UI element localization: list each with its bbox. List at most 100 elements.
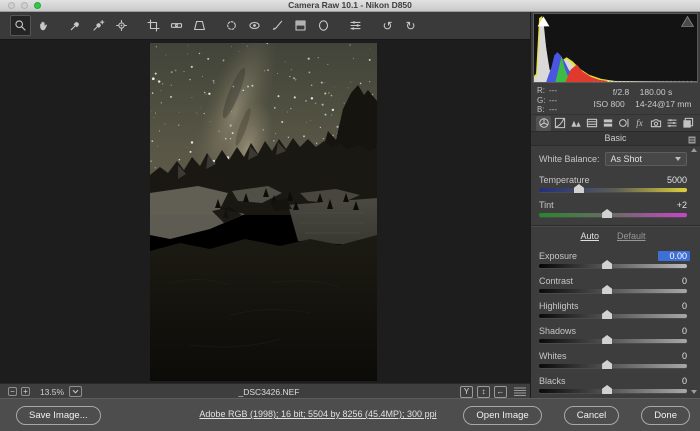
- tab-lens-corrections[interactable]: [616, 116, 631, 131]
- radial-filter-tool[interactable]: [313, 15, 334, 36]
- slider-track[interactable]: [539, 213, 687, 217]
- preferences-tool[interactable]: [345, 15, 366, 36]
- minimize-window-button[interactable]: [21, 2, 28, 9]
- tool-group: ↺↻: [10, 15, 421, 36]
- preview-menu-button[interactable]: [513, 386, 527, 397]
- highlight-clipping-icon[interactable]: [681, 16, 694, 27]
- hand-tool[interactable]: [33, 15, 54, 36]
- filename-label: _DSC3426.NEF: [82, 387, 456, 397]
- iso-value: ISO 800: [594, 99, 625, 109]
- slider-thumb[interactable]: [602, 335, 612, 344]
- slider-value[interactable]: +2: [661, 200, 687, 210]
- exif-readout: f/2.8 180.00 s ISO 800 14-24@17 mm: [589, 85, 696, 114]
- zoom-out-button[interactable]: −: [8, 387, 17, 396]
- tab-split-toning[interactable]: [600, 116, 615, 131]
- white-balance-row: White Balance: As Shot: [539, 151, 687, 167]
- tab-tone-curve[interactable]: [552, 116, 567, 131]
- slider-label: Shadows: [539, 326, 576, 336]
- slider-thumb[interactable]: [602, 285, 612, 294]
- spot-removal-tool[interactable]: [221, 15, 242, 36]
- panel-tab-bar: fx: [531, 114, 700, 131]
- slider-thumb[interactable]: [602, 360, 612, 369]
- tab-hsl-grayscale[interactable]: [584, 116, 599, 131]
- tab-presets[interactable]: [664, 116, 679, 131]
- rotate-left-tool[interactable]: ↺: [377, 15, 398, 36]
- slider-thumb[interactable]: [602, 209, 612, 218]
- preview-status-bar: − + 13.5% _DSC3426.NEF Y ↕ ←: [0, 383, 530, 399]
- rgb-g-value: ---: [549, 96, 557, 105]
- slider-track[interactable]: [539, 364, 687, 368]
- tab-detail[interactable]: [568, 116, 583, 131]
- split-view-button[interactable]: ↕: [477, 386, 490, 398]
- chevron-down-icon: [675, 157, 681, 161]
- slider-thumb[interactable]: [602, 385, 612, 394]
- red-eye-tool[interactable]: [244, 15, 265, 36]
- done-button[interactable]: Done: [641, 406, 690, 425]
- slider-thumb[interactable]: [574, 184, 584, 193]
- close-window-button[interactable]: [8, 2, 15, 9]
- slider-value[interactable]: 0: [661, 326, 687, 336]
- tab-effects[interactable]: fx: [632, 116, 647, 131]
- scroll-up-icon[interactable]: [691, 148, 697, 152]
- cycle-preview-button[interactable]: Y: [460, 386, 473, 398]
- swap-before-after-button[interactable]: ←: [494, 386, 507, 398]
- zoom-window-button[interactable]: [34, 2, 41, 9]
- slider-highlights: Highlights 0: [539, 300, 687, 318]
- slider-value[interactable]: 0: [661, 376, 687, 386]
- slider-track[interactable]: [539, 289, 687, 293]
- default-link[interactable]: Default: [617, 231, 646, 243]
- graduated-filter-tool[interactable]: [290, 15, 311, 36]
- slider-value[interactable]: 0: [661, 276, 687, 286]
- photo-preview[interactable]: [150, 43, 377, 381]
- transform-tool[interactable]: [189, 15, 210, 36]
- slider-label: Blacks: [539, 376, 566, 386]
- slider-value[interactable]: 0: [661, 301, 687, 311]
- tab-snapshots[interactable]: [680, 116, 695, 131]
- cancel-button[interactable]: Cancel: [564, 406, 620, 425]
- crop-tool[interactable]: [143, 15, 164, 36]
- straighten-tool[interactable]: [166, 15, 187, 36]
- camera-raw-window: Camera Raw 10.1 - Nikon D850 ↺↻: [0, 0, 700, 431]
- slider-track[interactable]: [539, 188, 687, 192]
- targeted-adjustment-tool[interactable]: [111, 15, 132, 36]
- slider-exposure: Exposure 0.00: [539, 250, 687, 268]
- image-info-strip: R:--- G:--- B:--- f/2.8 180.00 s ISO 800…: [531, 83, 700, 114]
- slider-value[interactable]: 5000: [661, 175, 687, 185]
- slider-value[interactable]: 0.00: [658, 251, 690, 261]
- window-title: Camera Raw 10.1 - Nikon D850: [0, 0, 700, 11]
- color-sampler-tool[interactable]: [88, 15, 109, 36]
- bottom-bar: Save Image... Adobe RGB (1998); 16 bit; …: [0, 398, 700, 431]
- slider-thumb[interactable]: [602, 310, 612, 319]
- slider-label: Temperature: [539, 175, 590, 185]
- rotate-right-tool[interactable]: ↻: [400, 15, 421, 36]
- slider-track[interactable]: [539, 339, 687, 343]
- slider-track[interactable]: [539, 389, 687, 393]
- zoom-level-dropdown[interactable]: [69, 386, 82, 397]
- white-balance-tool[interactable]: [65, 15, 86, 36]
- zoom-level-value[interactable]: 13.5%: [38, 387, 66, 397]
- action-buttons: Open Image Cancel Done: [463, 406, 690, 425]
- shadow-clipping-icon[interactable]: [537, 16, 550, 27]
- slider-label: Highlights: [539, 301, 579, 311]
- panel-header: Basic: [531, 131, 700, 146]
- slider-contrast: Contrast0: [539, 275, 687, 293]
- zoom-in-button[interactable]: +: [21, 387, 30, 396]
- slider-track[interactable]: [539, 264, 687, 268]
- scroll-down-icon[interactable]: [691, 390, 697, 394]
- zoom-tool[interactable]: [10, 15, 31, 36]
- histogram: [533, 13, 698, 83]
- slider-track[interactable]: [539, 314, 687, 318]
- panel-menu-button[interactable]: [688, 135, 696, 143]
- white-balance-select[interactable]: As Shot: [605, 152, 687, 166]
- slider-value[interactable]: 0: [661, 351, 687, 361]
- slider-thumb[interactable]: [602, 260, 612, 269]
- workflow-options-link[interactable]: Adobe RGB (1998); 16 bit; 5504 by 8256 (…: [199, 409, 436, 419]
- tab-camera-calibration[interactable]: [648, 116, 663, 131]
- tab-basic[interactable]: [536, 116, 551, 131]
- open-image-button[interactable]: Open Image: [463, 406, 541, 425]
- auto-link[interactable]: Auto: [580, 231, 599, 243]
- adjustment-brush-tool[interactable]: [267, 15, 288, 36]
- slider-label: Exposure: [539, 251, 577, 261]
- rgb-readout: R:--- G:--- B:---: [537, 85, 589, 114]
- save-image-button[interactable]: Save Image...: [16, 406, 101, 425]
